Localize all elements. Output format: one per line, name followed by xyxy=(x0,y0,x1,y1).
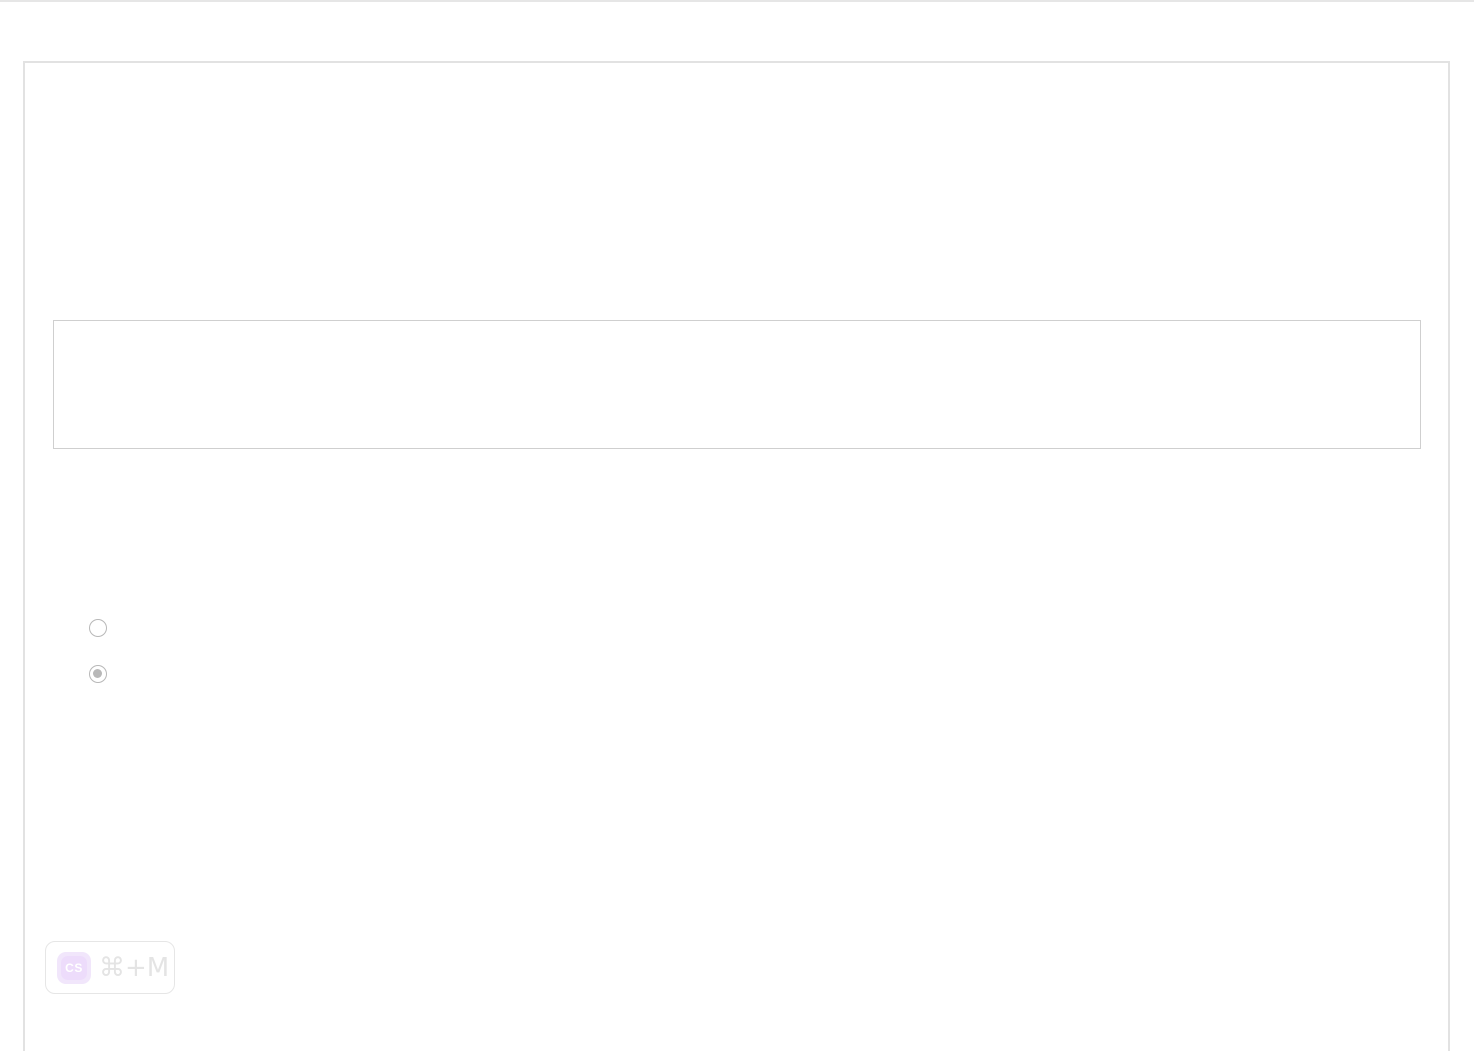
content-box xyxy=(53,320,1421,449)
logo-text: CS xyxy=(61,955,87,980)
shortcut-label: ⌘+M xyxy=(99,952,170,983)
app-logo-icon: CS xyxy=(57,951,91,984)
main-frame xyxy=(23,61,1450,1051)
shortcut-badge[interactable]: CS ⌘+M xyxy=(45,941,175,994)
top-divider xyxy=(0,0,1474,2)
radio-option-2[interactable] xyxy=(89,665,107,683)
radio-option-1[interactable] xyxy=(89,619,107,637)
